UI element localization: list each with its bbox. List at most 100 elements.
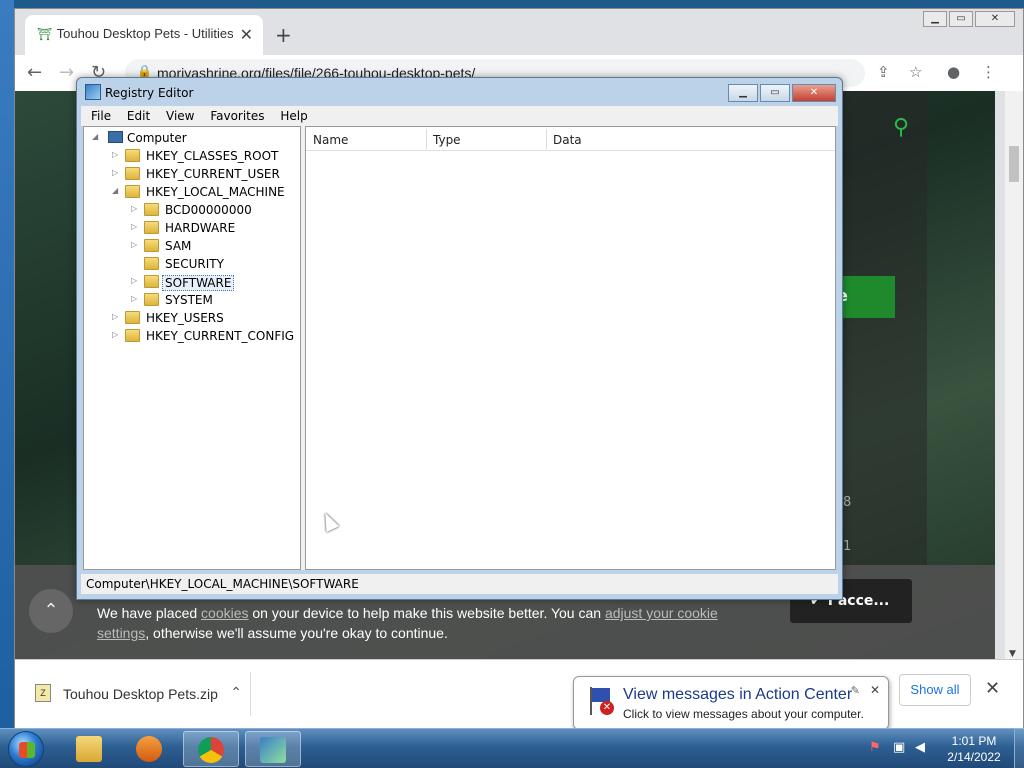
profile-icon[interactable]: ● [947, 63, 960, 81]
tree-item-sam[interactable]: ▷ SAM [84, 237, 300, 255]
cookie-message: We have placed cookies on your device to… [97, 605, 718, 641]
menu-file[interactable]: File [91, 109, 111, 123]
desktop-background [0, 0, 14, 728]
menu-favorites[interactable]: Favorites [210, 109, 264, 123]
scroll-down-arrow-icon[interactable]: ▼ [1009, 649, 1016, 659]
menu-view[interactable]: View [166, 109, 194, 123]
regedit-maximize-button[interactable]: ▭ [760, 84, 790, 102]
close-shelf-icon[interactable]: ✕ [985, 678, 1000, 699]
new-tab-icon[interactable]: + [275, 23, 292, 47]
folder-icon [144, 293, 159, 306]
menu-edit[interactable]: Edit [127, 109, 150, 123]
tree-item-system[interactable]: ▷ SYSTEM [84, 291, 300, 309]
column-divider[interactable] [546, 129, 547, 149]
regedit-close-button[interactable]: ✕ [792, 84, 836, 102]
forward-arrow-icon[interactable]: → [59, 62, 74, 83]
expand-arrow-icon[interactable]: ▷ [131, 294, 141, 303]
expand-arrow-icon[interactable]: ▷ [112, 330, 122, 339]
menu-kebab-icon[interactable]: ⋮ [981, 63, 996, 81]
minimize-button[interactable]: ▁ [923, 11, 947, 27]
lock-icon: 🔒 [137, 64, 152, 78]
expand-arrow-icon[interactable]: ▷ [131, 222, 141, 231]
windows-logo-icon [19, 742, 35, 758]
regedit-status-bar: Computer\HKEY_LOCAL_MACHINE\SOFTWARE [81, 574, 838, 594]
zip-file-icon: Z [35, 684, 51, 702]
column-name[interactable]: Name [313, 133, 348, 147]
volume-icon[interactable]: ◀ [915, 740, 929, 755]
registry-tree[interactable]: ◢ Computer ▷ HKEY_CLASSES_ROOT ▷ HKEY_CU… [83, 126, 301, 570]
taskbar-regedit[interactable] [245, 731, 301, 767]
tree-item-hku[interactable]: ▷ HKEY_USERS [84, 309, 300, 327]
tree-item-computer[interactable]: ◢ Computer [84, 129, 300, 147]
folder-icon [144, 257, 159, 270]
tree-item-bcd[interactable]: ▷ BCD00000000 [84, 201, 300, 219]
taskbar-chrome[interactable] [183, 731, 239, 767]
chrome-window-controls: ▁ ▭ ✕ [921, 11, 1015, 27]
start-button[interactable] [8, 731, 44, 767]
folder-icon [76, 736, 102, 762]
show-all-button[interactable]: Show all [899, 674, 971, 706]
side-number-1: 8 [843, 495, 852, 510]
values-list-header: Name Type Data [306, 127, 835, 151]
bookmark-star-icon[interactable]: ☆ [909, 63, 922, 81]
expand-arrow-icon[interactable]: ▷ [131, 276, 141, 285]
column-type[interactable]: Type [433, 133, 461, 147]
regedit-minimize-button[interactable]: ▁ [728, 84, 758, 102]
taskbar-media-player[interactable] [122, 731, 178, 767]
collapse-arrow-icon[interactable]: ◢ [92, 132, 102, 141]
chrome-icon [198, 737, 224, 763]
column-divider[interactable] [426, 129, 427, 149]
values-list[interactable]: Name Type Data [305, 126, 836, 570]
tree-item-hardware[interactable]: ▷ HARDWARE [84, 219, 300, 237]
regedit-app-icon [85, 84, 101, 100]
balloon-close-icon[interactable]: ✕ [870, 683, 880, 697]
side-number-2: 1 [843, 539, 852, 554]
expand-arrow-icon[interactable]: ▷ [112, 150, 122, 159]
action-center-tray-icon[interactable]: ⚑ [869, 740, 883, 755]
tab-title: Touhou Desktop Pets - Utilities - [56, 26, 233, 41]
cookies-link[interactable]: cookies [201, 605, 248, 621]
balloon-title[interactable]: View messages in Action Center [623, 686, 852, 704]
show-desktop-button[interactable] [1014, 728, 1024, 768]
folder-icon [125, 329, 140, 342]
tree-item-software[interactable]: ▷ SOFTWARE [84, 273, 300, 291]
scroll-to-top-icon[interactable]: ⌃ [29, 589, 73, 633]
folder-icon [144, 221, 159, 234]
network-icon[interactable]: ▣ [893, 740, 907, 755]
maximize-button[interactable]: ▭ [949, 11, 973, 27]
tree-item-security[interactable]: SECURITY [84, 255, 300, 273]
close-window-button[interactable]: ✕ [975, 11, 1015, 27]
regedit-icon [260, 737, 286, 763]
page-scrollbar[interactable]: ▼ [1005, 91, 1023, 661]
chevron-up-icon[interactable]: ⌃ [230, 684, 242, 701]
tab-bar: ⛩ Touhou Desktop Pets - Utilities - ✕ + … [15, 9, 1023, 55]
browser-tab[interactable]: ⛩ Touhou Desktop Pets - Utilities - ✕ [25, 15, 263, 55]
scroll-thumb[interactable] [1009, 146, 1019, 182]
expand-arrow-icon[interactable]: ▷ [131, 240, 141, 249]
site-search-icon[interactable]: ⚲ [893, 115, 909, 140]
expand-arrow-icon[interactable]: ▷ [112, 312, 122, 321]
registry-editor-window: Registry Editor ▁ ▭ ✕ File Edit View Fav… [76, 77, 843, 600]
menu-help[interactable]: Help [280, 109, 307, 123]
collapse-arrow-icon[interactable]: ◢ [112, 186, 122, 195]
column-data[interactable]: Data [553, 133, 582, 147]
expand-arrow-icon[interactable]: ▷ [131, 204, 141, 213]
tree-item-hkcr[interactable]: ▷ HKEY_CLASSES_ROOT [84, 147, 300, 165]
clock-date: 2/14/2022 [947, 750, 1001, 764]
download-item[interactable]: Z Touhou Desktop Pets.zip ⌃ [23, 672, 251, 716]
tree-item-hkcu[interactable]: ▷ HKEY_CURRENT_USER [84, 165, 300, 183]
folder-icon [125, 167, 140, 180]
action-center-balloon[interactable]: ✕ View messages in Action Center Click t… [573, 676, 889, 743]
back-arrow-icon[interactable]: ← [27, 62, 42, 83]
system-clock[interactable]: 1:01 PM 2/14/2022 [938, 733, 1010, 765]
expand-arrow-icon[interactable]: ▷ [112, 168, 122, 177]
folder-icon [144, 203, 159, 216]
tree-item-hkcc[interactable]: ▷ HKEY_CURRENT_CONFIG [84, 327, 300, 345]
folder-icon [125, 149, 140, 162]
taskbar-explorer[interactable] [62, 731, 118, 767]
folder-icon [144, 239, 159, 252]
share-icon[interactable]: ⇪ [877, 63, 890, 81]
tab-close-icon[interactable]: ✕ [240, 25, 253, 45]
wrench-icon[interactable]: ✎ [851, 684, 860, 697]
tree-item-hklm[interactable]: ◢ HKEY_LOCAL_MACHINE [84, 183, 300, 201]
